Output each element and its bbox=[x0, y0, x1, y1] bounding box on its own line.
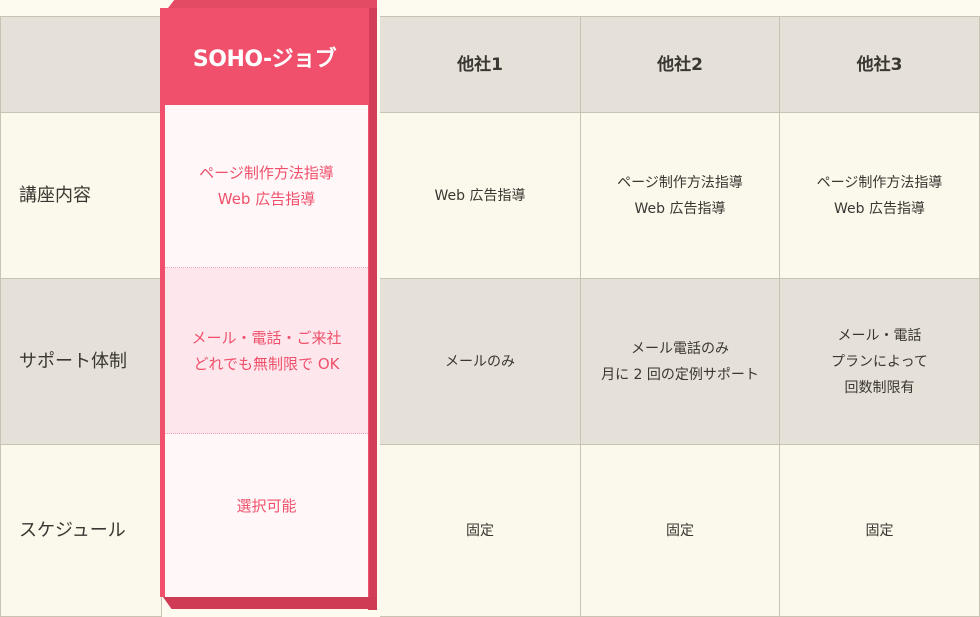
highlight-column-top-shade bbox=[168, 0, 377, 8]
header-competitor-1: 他社1 bbox=[380, 16, 581, 113]
highlight-column-title: SOHO-ジョブ bbox=[192, 46, 337, 72]
cell-schedule-competitor-1: 固定 bbox=[380, 445, 581, 617]
row-label-schedule: スケジュール bbox=[0, 445, 162, 617]
comparison-table: 他社1 他社2 他社3 講座内容 Web 広告指導 ページ制作方法指導 Web … bbox=[0, 0, 980, 617]
cell-course-competitor-2: ページ制作方法指導 Web 広告指導 bbox=[581, 113, 780, 279]
header-competitor-3: 他社3 bbox=[780, 16, 980, 113]
highlight-column-right-shade bbox=[368, 8, 377, 610]
cell-schedule-competitor-3: 固定 bbox=[780, 445, 980, 617]
highlight-cell-support: メール・電話・ご来社 どれでも無制限で OK bbox=[165, 268, 368, 434]
row-label-support: サポート体制 bbox=[0, 279, 162, 445]
highlight-cell-schedule: 選択可能 bbox=[165, 434, 368, 597]
header-corner-cell bbox=[0, 16, 162, 113]
highlight-column-bottom-shade bbox=[163, 597, 377, 609]
cell-course-competitor-1: Web 広告指導 bbox=[380, 113, 581, 279]
cell-support-competitor-3: メール・電話 プランによって 回数制限有 bbox=[780, 279, 980, 445]
cell-course-competitor-3: ページ制作方法指導 Web 広告指導 bbox=[780, 113, 980, 279]
highlight-cell-course: ページ制作方法指導 Web 広告指導 bbox=[165, 105, 368, 268]
cell-support-competitor-1: メールのみ bbox=[380, 279, 581, 445]
row-label-course: 講座内容 bbox=[0, 113, 162, 279]
cell-schedule-competitor-2: 固定 bbox=[581, 445, 780, 617]
cell-support-competitor-2: メール電話のみ 月に 2 回の定例サポート bbox=[581, 279, 780, 445]
header-competitor-2: 他社2 bbox=[581, 16, 780, 113]
